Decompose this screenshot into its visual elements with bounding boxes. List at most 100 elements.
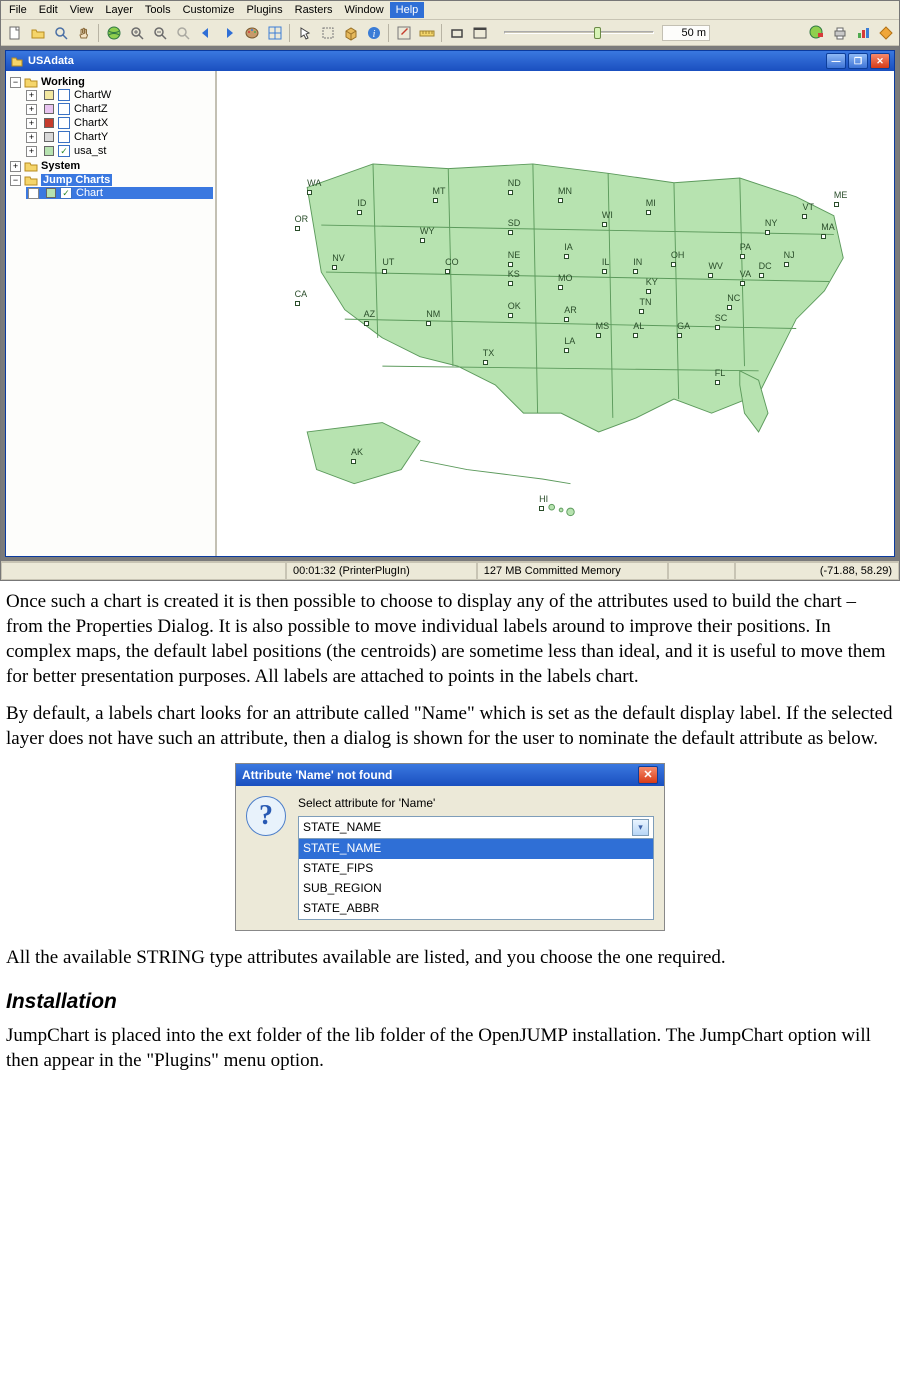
map-panel[interactable]: WAMTNDMNMIMEIDORWYSDWINYVTNEIAPAMANVUTCO…: [216, 71, 894, 556]
menu-edit[interactable]: Edit: [33, 2, 64, 18]
chevron-down-icon[interactable]: ▾: [632, 819, 649, 836]
state-label-WV[interactable]: WV: [708, 261, 723, 271]
tree-expand-icon[interactable]: +: [26, 146, 37, 157]
state-label-PA[interactable]: PA: [740, 242, 751, 252]
state-label-AZ[interactable]: AZ: [364, 309, 376, 319]
close-button[interactable]: ✕: [870, 53, 890, 69]
select-icon[interactable]: [317, 22, 338, 43]
state-label-MS[interactable]: MS: [596, 321, 610, 331]
state-label-DC[interactable]: DC: [759, 261, 772, 271]
state-label-LA[interactable]: LA: [564, 336, 575, 346]
state-label-HI[interactable]: HI: [539, 494, 548, 504]
scale-slider[interactable]: [504, 31, 654, 34]
box-icon[interactable]: [340, 22, 361, 43]
pan-hand-icon[interactable]: [73, 22, 94, 43]
folder-label[interactable]: Jump Charts: [41, 174, 112, 186]
state-label-IN[interactable]: IN: [633, 257, 642, 267]
state-label-AL[interactable]: AL: [633, 321, 644, 331]
combo-option[interactable]: STATE_NAME: [299, 839, 653, 859]
chart-icon[interactable]: [852, 22, 873, 43]
menu-help[interactable]: Help: [390, 2, 425, 18]
state-label-ID[interactable]: ID: [357, 198, 366, 208]
state-label-NM[interactable]: NM: [426, 309, 440, 319]
state-label-WI[interactable]: WI: [602, 210, 613, 220]
state-label-FL[interactable]: FL: [715, 368, 726, 378]
state-label-NY[interactable]: NY: [765, 218, 778, 228]
zoom-fit-icon[interactable]: [172, 22, 193, 43]
layer-checkbox[interactable]: [58, 103, 70, 115]
zoom-icon[interactable]: [50, 22, 71, 43]
folder-label[interactable]: System: [41, 160, 80, 172]
state-label-WY[interactable]: WY: [420, 226, 435, 236]
state-label-AK[interactable]: AK: [351, 447, 363, 457]
zoom-in-icon[interactable]: [126, 22, 147, 43]
forward-arrow-icon[interactable]: [218, 22, 239, 43]
document-titlebar[interactable]: USAdata — ❐ ✕: [6, 51, 894, 71]
layer-row[interactable]: +ChartY: [26, 131, 213, 143]
state-label-TX[interactable]: TX: [483, 348, 495, 358]
state-label-CA[interactable]: CA: [295, 289, 308, 299]
layer-checkbox[interactable]: [58, 117, 70, 129]
restore-button[interactable]: ❐: [848, 53, 868, 69]
state-label-WA[interactable]: WA: [307, 178, 321, 188]
state-label-MT[interactable]: MT: [433, 186, 446, 196]
tree-expand-icon[interactable]: +: [26, 90, 37, 101]
dialog-titlebar[interactable]: Attribute 'Name' not found ✕: [236, 764, 664, 786]
state-label-NJ[interactable]: NJ: [784, 250, 795, 260]
state-label-MI[interactable]: MI: [646, 198, 656, 208]
layer-row[interactable]: +✓Chart: [26, 187, 213, 199]
tree-expand-icon[interactable]: −: [10, 175, 21, 186]
state-label-ME[interactable]: ME: [834, 190, 848, 200]
combo-dropdown[interactable]: STATE_NAMESTATE_FIPSSUB_REGIONSTATE_ABBR: [299, 838, 653, 918]
tree-expand-icon[interactable]: +: [26, 118, 37, 129]
layer-row[interactable]: +ChartZ: [26, 103, 213, 115]
new-file-icon[interactable]: [4, 22, 25, 43]
layer-row[interactable]: +ChartW: [26, 89, 213, 101]
cursor-icon[interactable]: [294, 22, 315, 43]
state-label-KY[interactable]: KY: [646, 277, 658, 287]
menu-file[interactable]: File: [3, 2, 33, 18]
layer-tree[interactable]: −Working+ChartW+ChartZ+ChartX+ChartY+✓us…: [6, 71, 216, 556]
tree-expand-icon[interactable]: +: [10, 161, 21, 172]
scale-thumb[interactable]: [594, 27, 601, 39]
tree-expand-icon[interactable]: −: [10, 77, 21, 88]
state-label-MO[interactable]: MO: [558, 273, 573, 283]
menu-plugins[interactable]: Plugins: [241, 2, 289, 18]
state-label-ND[interactable]: ND: [508, 178, 521, 188]
info-icon[interactable]: i: [363, 22, 384, 43]
state-label-NV[interactable]: NV: [332, 253, 345, 263]
combo-option[interactable]: STATE_FIPS: [299, 859, 653, 879]
attribute-combo[interactable]: STATE_NAME ▾ STATE_NAMESTATE_FIPSSUB_REG…: [298, 816, 654, 919]
state-label-OK[interactable]: OK: [508, 301, 521, 311]
print-icon[interactable]: [829, 22, 850, 43]
state-label-SC[interactable]: SC: [715, 313, 728, 323]
layer-checkbox[interactable]: [58, 131, 70, 143]
state-label-VT[interactable]: VT: [802, 202, 814, 212]
back-arrow-icon[interactable]: [195, 22, 216, 43]
diamond-icon[interactable]: [875, 22, 896, 43]
globe-flag-icon[interactable]: [806, 22, 827, 43]
menu-window[interactable]: Window: [339, 2, 390, 18]
layer-checkbox[interactable]: ✓: [60, 187, 72, 199]
state-label-TN[interactable]: TN: [639, 297, 651, 307]
combo-selected[interactable]: STATE_NAME ▾: [299, 817, 653, 838]
state-label-VA[interactable]: VA: [740, 269, 751, 279]
layer-checkbox[interactable]: ✓: [58, 145, 70, 157]
open-folder-icon[interactable]: [27, 22, 48, 43]
layer-row[interactable]: +ChartX: [26, 117, 213, 129]
combo-option[interactable]: SUB_REGION: [299, 879, 653, 899]
tree-expand-icon[interactable]: +: [26, 132, 37, 143]
layer-checkbox[interactable]: [58, 89, 70, 101]
globe-icon[interactable]: [103, 22, 124, 43]
palette-icon[interactable]: [241, 22, 262, 43]
minimize-button[interactable]: —: [826, 53, 846, 69]
state-label-AR[interactable]: AR: [564, 305, 577, 315]
menu-tools[interactable]: Tools: [139, 2, 177, 18]
folder-label[interactable]: Working: [41, 76, 85, 88]
menu-rasters[interactable]: Rasters: [289, 2, 339, 18]
menu-customize[interactable]: Customize: [177, 2, 241, 18]
state-label-GA[interactable]: GA: [677, 321, 690, 331]
maximize-icon[interactable]: [469, 22, 490, 43]
state-label-MA[interactable]: MA: [821, 222, 835, 232]
state-label-MN[interactable]: MN: [558, 186, 572, 196]
